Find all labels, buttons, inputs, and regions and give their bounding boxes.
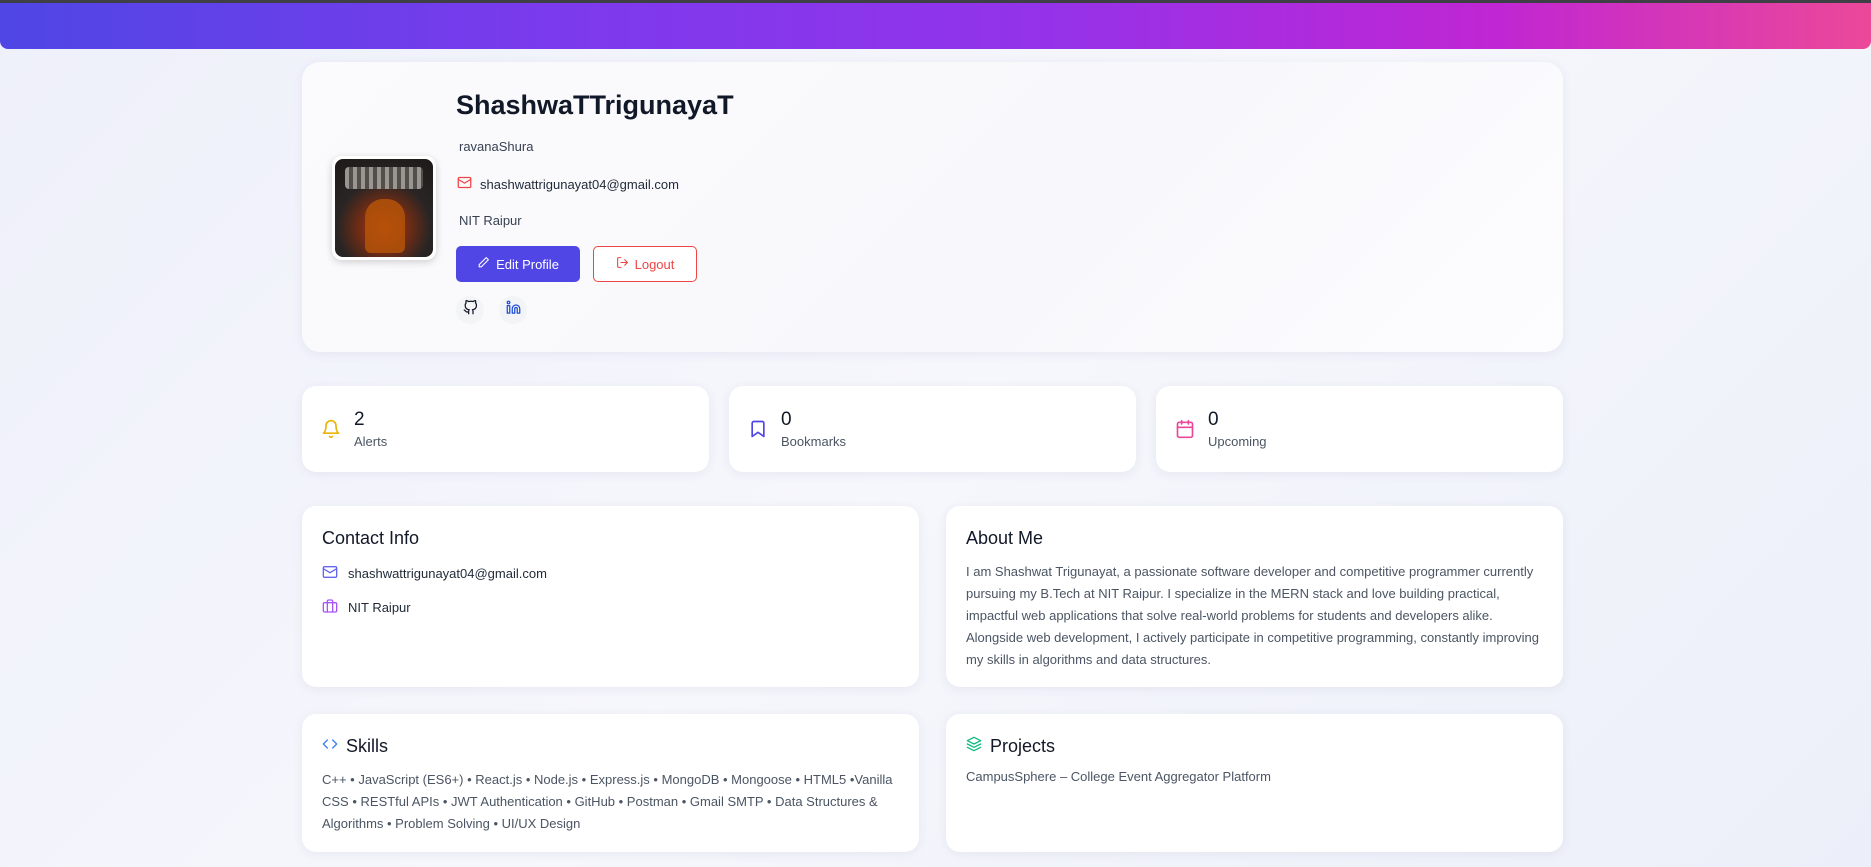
bookmarks-label: Bookmarks — [781, 434, 847, 449]
profile-email: shashwattrigunayat04@gmail.com — [480, 176, 679, 192]
profile-username: ravanaShura — [459, 139, 534, 154]
github-link[interactable] — [456, 296, 484, 324]
logout-label: Logout — [634, 256, 675, 272]
profile-card: ShashwaTTrigunayaT ravanaShura shashwatt… — [302, 62, 1563, 352]
contact-email: shashwattrigunayat04@gmail.com — [348, 566, 547, 581]
skills-card: Skills C++ • JavaScript (ES6+) • React.j… — [302, 714, 919, 852]
avatar-figure-detail — [365, 199, 405, 253]
stat-card-upcoming[interactable]: 0 Upcoming — [1156, 386, 1563, 472]
avatar-crown-detail — [345, 167, 423, 189]
skills-header: Skills — [322, 736, 388, 757]
top-gradient-bar — [0, 0, 1871, 49]
github-icon — [463, 299, 478, 320]
upcoming-label: Upcoming — [1208, 434, 1267, 449]
avatar — [332, 156, 436, 260]
bookmarks-count: 0 — [781, 409, 792, 430]
projects-card: Projects CampusSphere – College Event Ag… — [946, 714, 1563, 852]
profile-email-row: shashwattrigunayat04@gmail.com — [457, 175, 679, 193]
profile-college: NIT Raipur — [459, 213, 522, 228]
about-me-text: I am Shashwat Trigunayat, a passionate s… — [966, 564, 1540, 667]
upcoming-count: 0 — [1208, 409, 1219, 430]
logout-button[interactable]: Logout — [593, 246, 697, 282]
contact-college-row: NIT Raipur — [322, 598, 411, 617]
contact-email-row: shashwattrigunayat04@gmail.com — [322, 564, 547, 583]
alerts-label: Alerts — [354, 434, 388, 449]
bookmark-icon — [747, 418, 769, 440]
mail-icon — [322, 564, 338, 583]
linkedin-link[interactable] — [499, 296, 527, 324]
about-me-title: About Me — [966, 528, 1044, 548]
profile-name: ShashwaTTrigunayaT — [456, 90, 734, 120]
pencil-icon — [477, 256, 490, 272]
edit-profile-label: Edit Profile — [496, 256, 559, 272]
bell-icon — [320, 418, 342, 440]
stat-card-bookmarks[interactable]: 0 Bookmarks — [729, 386, 1136, 472]
skills-title: Skills — [346, 736, 389, 756]
avatar-image — [335, 159, 433, 257]
layers-icon — [966, 736, 982, 757]
about-me-card: About Me I am Shashwat Trigunayat, a pas… — [946, 506, 1563, 687]
calendar-icon — [1174, 418, 1196, 440]
contact-info-title: Contact Info — [322, 528, 420, 548]
contact-info-card: Contact Info — [302, 506, 919, 687]
linkedin-icon — [506, 300, 521, 320]
skills-text: C++ • JavaScript (ES6+) • React.js • Nod… — [322, 772, 893, 831]
projects-title: Projects — [990, 736, 1056, 756]
code-icon — [322, 736, 338, 757]
mail-icon — [457, 175, 472, 193]
briefcase-icon — [322, 598, 338, 617]
edit-profile-button[interactable]: Edit Profile — [456, 246, 580, 282]
project-item: CampusSphere – College Event Aggregator … — [966, 769, 1271, 784]
stat-card-alerts[interactable]: 2 Alerts — [302, 386, 709, 472]
projects-header: Projects — [966, 736, 1055, 757]
alerts-count: 2 — [354, 409, 365, 430]
logout-icon — [616, 256, 629, 272]
contact-college: NIT Raipur — [348, 600, 411, 615]
